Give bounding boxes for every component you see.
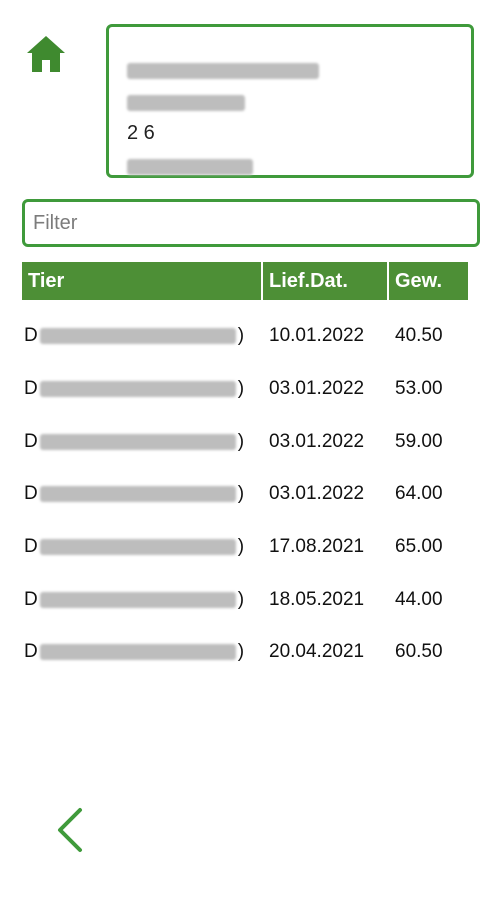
filter-input[interactable]	[22, 199, 480, 247]
cell-delivery-date: 18.05.2021	[269, 588, 365, 610]
redacted-text	[39, 381, 236, 398]
cell-tier: D)	[22, 536, 263, 558]
table-row[interactable]: D) 20.04.2021 60.50	[22, 626, 468, 679]
tier-suffix: )	[237, 588, 245, 610]
tier-suffix: )	[237, 325, 245, 347]
table-row[interactable]: D) 03.01.2022 64.00	[22, 468, 468, 521]
table-row[interactable]: D) 03.01.2022 59.00	[22, 415, 468, 468]
back-button[interactable]	[50, 806, 90, 854]
chevron-left-icon	[58, 808, 82, 852]
redacted-text	[39, 591, 236, 608]
tier-prefix: D	[24, 641, 38, 663]
column-header-tier[interactable]: Tier	[22, 262, 263, 300]
cell-weight: 40.50	[395, 325, 443, 347]
tier-suffix: )	[237, 641, 245, 663]
cell-tier: D)	[22, 431, 263, 453]
tier-prefix: D	[24, 536, 38, 558]
cell-weight: 59.00	[395, 430, 443, 452]
redacted-text	[127, 63, 319, 79]
table-row[interactable]: D) 18.05.2021 44.00	[22, 573, 468, 626]
table-row[interactable]: D) 03.01.2022 53.00	[22, 363, 468, 416]
cell-tier: D)	[22, 325, 263, 347]
address-postcode: 2 6	[127, 121, 155, 144]
cell-weight: 65.00	[395, 536, 443, 558]
redacted-text	[39, 486, 236, 503]
table-row[interactable]: D) 17.08.2021 65.00	[22, 521, 468, 574]
cell-weight: 64.00	[395, 483, 443, 505]
cell-delivery-date: 03.01.2022	[269, 378, 365, 400]
cell-weight: 44.00	[395, 588, 443, 610]
cell-tier: D)	[22, 589, 263, 611]
address-line-3: 2 6	[127, 119, 155, 147]
redacted-text	[127, 159, 253, 175]
address-line-2	[127, 89, 245, 117]
tier-suffix: )	[237, 483, 245, 505]
address-line-4	[127, 153, 253, 181]
table-body: D) 10.01.2022 40.50 D) 03.01.2022 53.00 D) 03.0…	[22, 310, 468, 679]
cell-weight: 53.00	[395, 378, 443, 400]
address-box: 2 6	[106, 24, 474, 178]
column-header-delivery-date[interactable]: Lief.Dat.	[263, 262, 389, 300]
column-header-weight[interactable]: Gew.	[389, 262, 468, 300]
tier-suffix: )	[237, 378, 245, 400]
redacted-text	[39, 328, 236, 345]
redacted-text	[39, 539, 236, 556]
table-header: Tier Lief.Dat. Gew.	[22, 262, 468, 300]
cell-delivery-date: 03.01.2022	[269, 430, 365, 452]
tier-prefix: D	[24, 378, 38, 400]
delivery-table: Tier Lief.Dat. Gew. D) 10.01.2022 40.50 D) 0…	[22, 262, 468, 679]
cell-tier: D)	[22, 641, 263, 663]
cell-tier: D)	[22, 483, 263, 505]
home-button[interactable]	[24, 32, 68, 76]
home-icon	[27, 36, 65, 72]
cell-delivery-date: 17.08.2021	[269, 536, 365, 558]
tier-prefix: D	[24, 483, 38, 505]
tier-prefix: D	[24, 430, 38, 452]
cell-tier: D)	[22, 378, 263, 400]
tier-suffix: )	[237, 536, 245, 558]
redacted-text	[39, 433, 236, 450]
cell-delivery-date: 03.01.2022	[269, 483, 365, 505]
cell-delivery-date: 10.01.2022	[269, 325, 365, 347]
cell-weight: 60.50	[395, 641, 443, 663]
tier-prefix: D	[24, 588, 38, 610]
redacted-text	[127, 95, 245, 111]
redacted-text	[39, 644, 236, 661]
address-line-1	[127, 57, 319, 85]
cell-delivery-date: 20.04.2021	[269, 641, 365, 663]
tier-suffix: )	[237, 430, 245, 452]
tier-prefix: D	[24, 325, 38, 347]
table-row[interactable]: D) 10.01.2022 40.50	[22, 310, 468, 363]
